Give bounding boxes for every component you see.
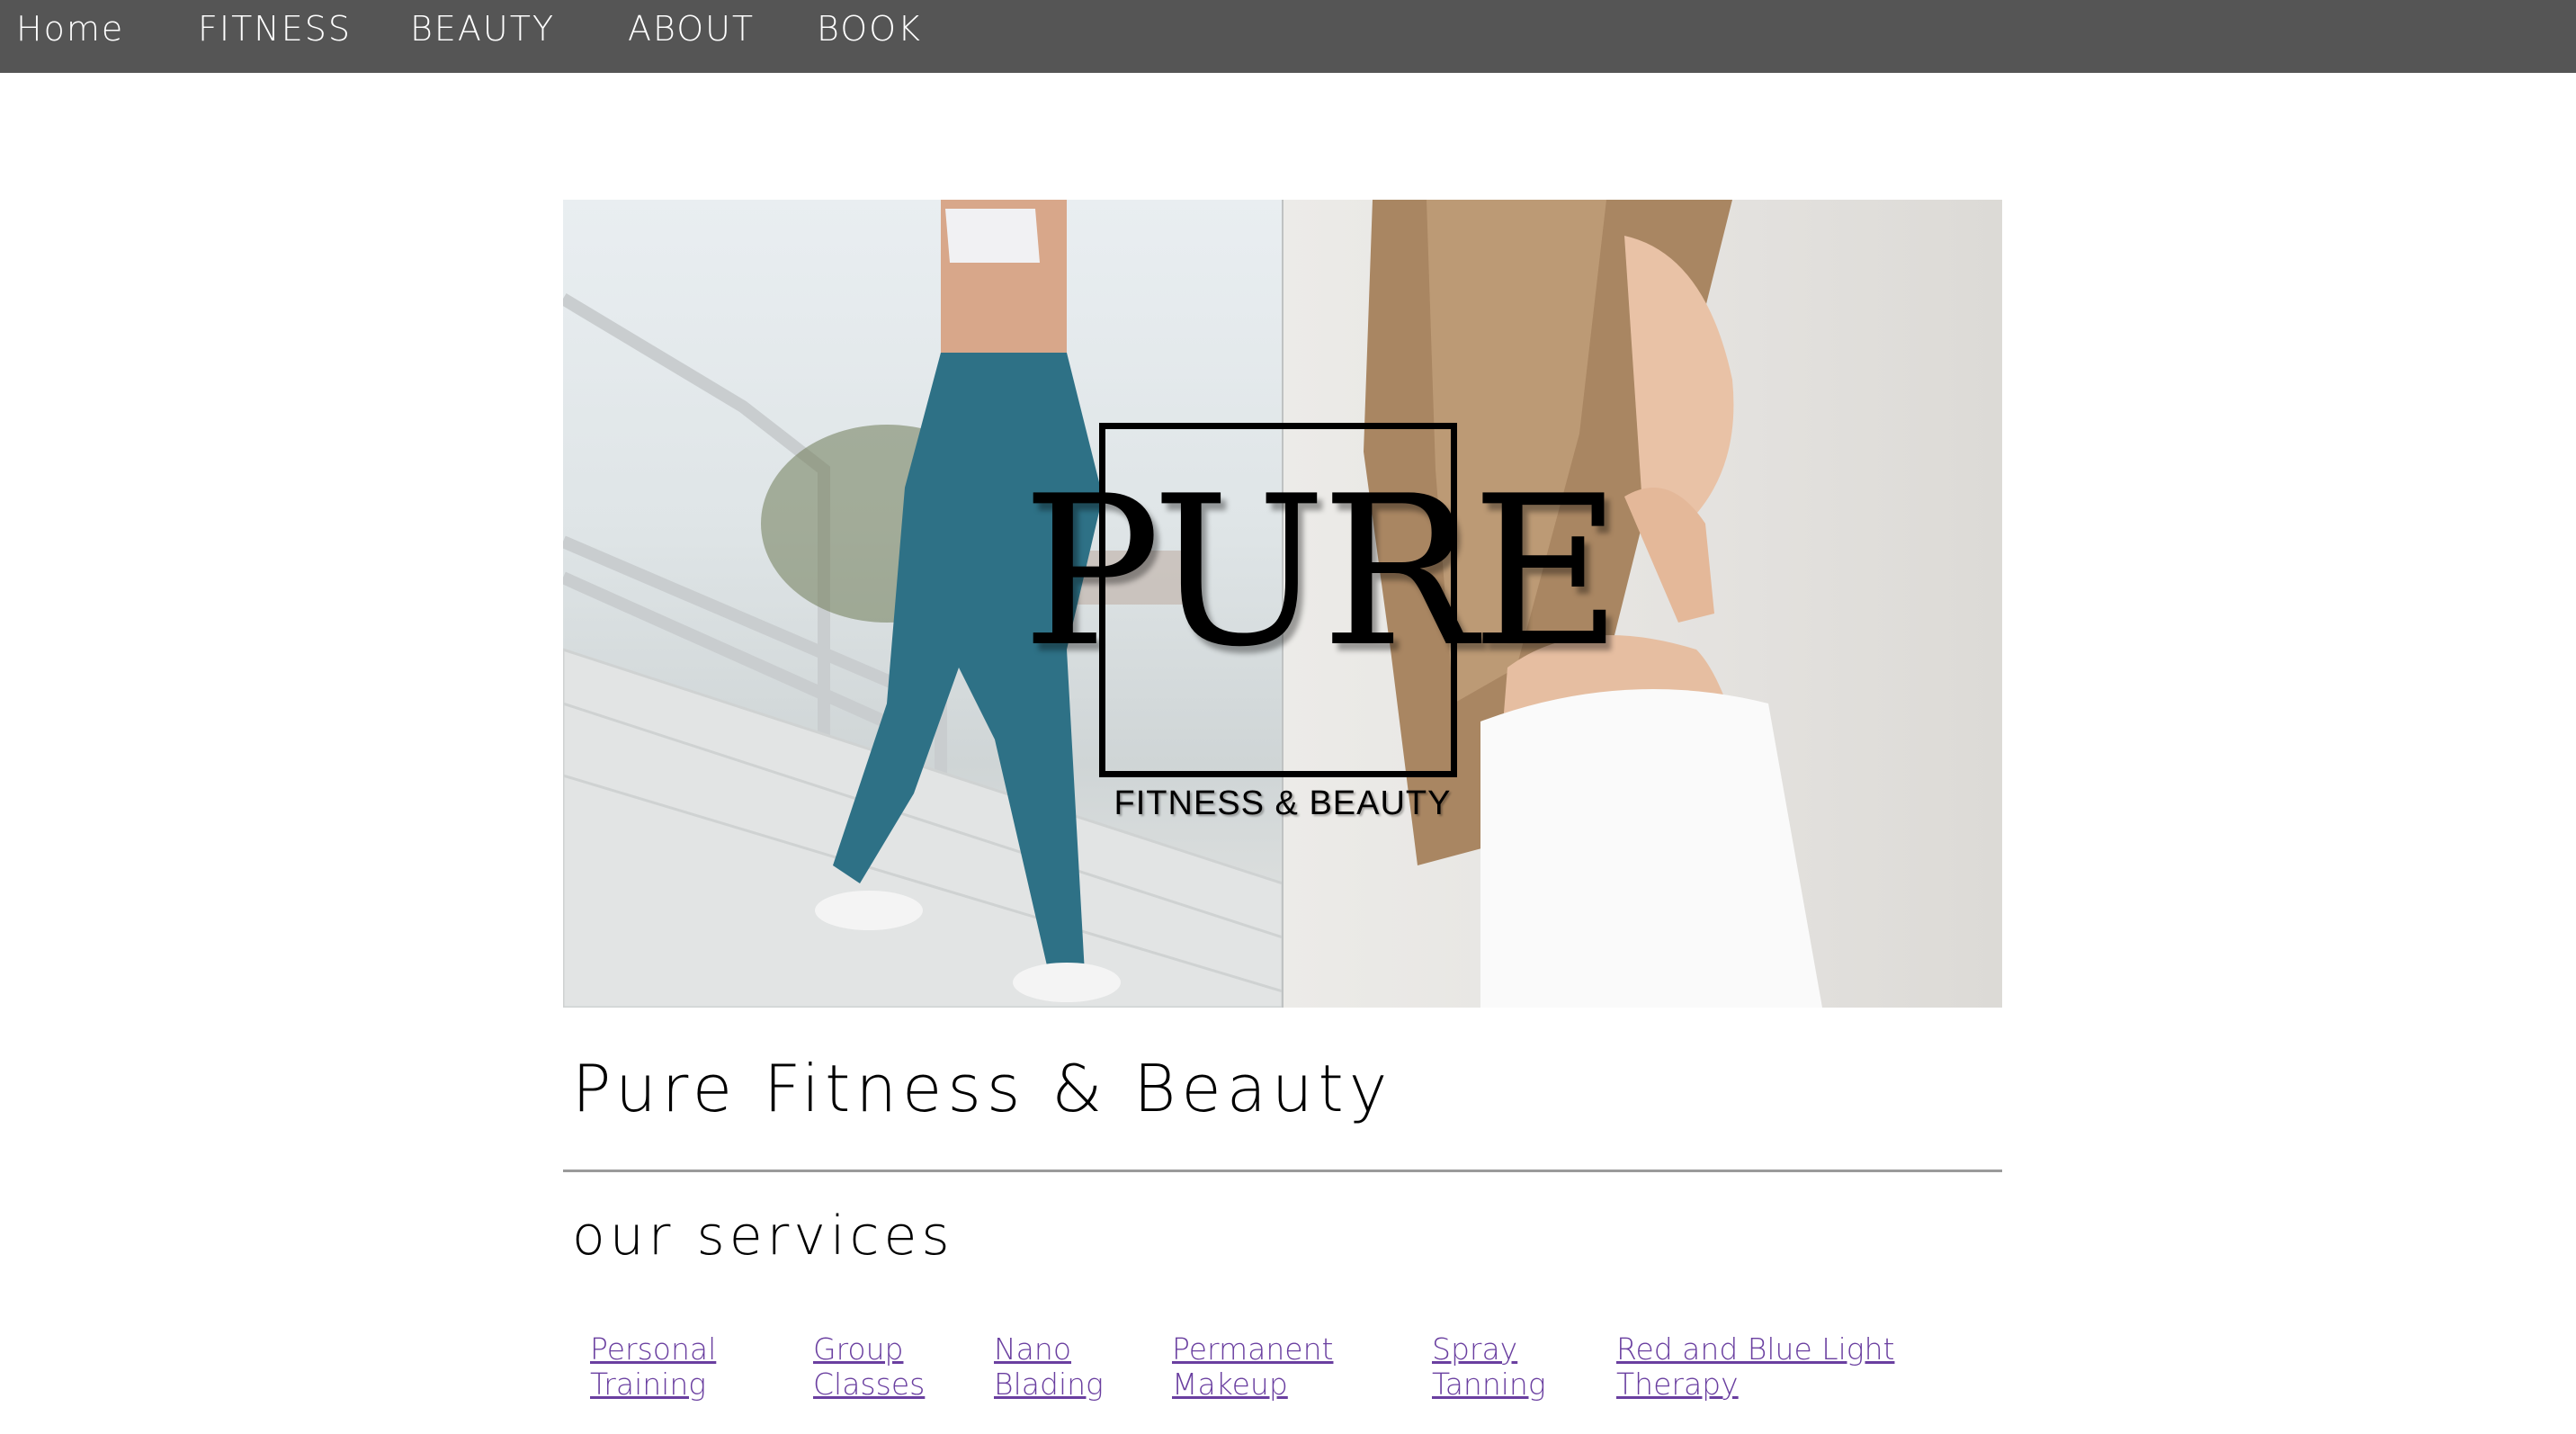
service-line-1: Red and Blue Light bbox=[1616, 1331, 1895, 1367]
service-line-2: Blading bbox=[994, 1367, 1104, 1402]
service-line-2: Tanning bbox=[1432, 1367, 1546, 1402]
logo-wordmark: PURE bbox=[1022, 453, 1623, 693]
service-line-2: Classes bbox=[813, 1367, 926, 1402]
service-line-1: Nano bbox=[994, 1331, 1072, 1367]
nav-about[interactable]: ABOUT bbox=[628, 7, 755, 50]
nav-home[interactable]: Home bbox=[16, 7, 124, 50]
service-line-1: Group bbox=[813, 1331, 904, 1367]
top-nav-bar: Home FITNESS BEAUTY ABOUT BOOK bbox=[0, 0, 2576, 73]
service-link-light-therapy[interactable]: Red and Blue Light Therapy bbox=[1616, 1331, 1894, 1402]
service-line-2: Makeup bbox=[1172, 1367, 1288, 1402]
section-divider bbox=[563, 1170, 2002, 1172]
service-line-1: Permanent bbox=[1172, 1331, 1334, 1367]
logo-subtitle: FITNESS & BEAUTY bbox=[1114, 784, 1452, 822]
service-link-personal-training[interactable]: Personal Training bbox=[590, 1331, 716, 1402]
nav-fitness[interactable]: FITNESS bbox=[198, 7, 352, 50]
service-line-2: Training bbox=[590, 1367, 707, 1402]
nav-beauty[interactable]: BEAUTY bbox=[410, 7, 555, 50]
hero-banner: PURE FITNESS & BEAUTY bbox=[563, 200, 2002, 1008]
service-line-2: Therapy bbox=[1616, 1367, 1739, 1402]
service-line-1: Personal bbox=[590, 1331, 717, 1367]
service-line-1: Spray bbox=[1432, 1331, 1518, 1367]
service-link-spray-tanning[interactable]: Spray Tanning bbox=[1432, 1331, 1546, 1402]
service-link-group-classes[interactable]: Group Classes bbox=[813, 1331, 925, 1402]
nav-book[interactable]: BOOK bbox=[817, 7, 922, 50]
service-link-permanent-makeup[interactable]: Permanent Makeup bbox=[1172, 1331, 1333, 1402]
services-heading: our services bbox=[572, 1205, 954, 1268]
page-title: Pure Fitness & Beauty bbox=[572, 1051, 1393, 1126]
service-link-nano-blading[interactable]: Nano Blading bbox=[994, 1331, 1104, 1402]
